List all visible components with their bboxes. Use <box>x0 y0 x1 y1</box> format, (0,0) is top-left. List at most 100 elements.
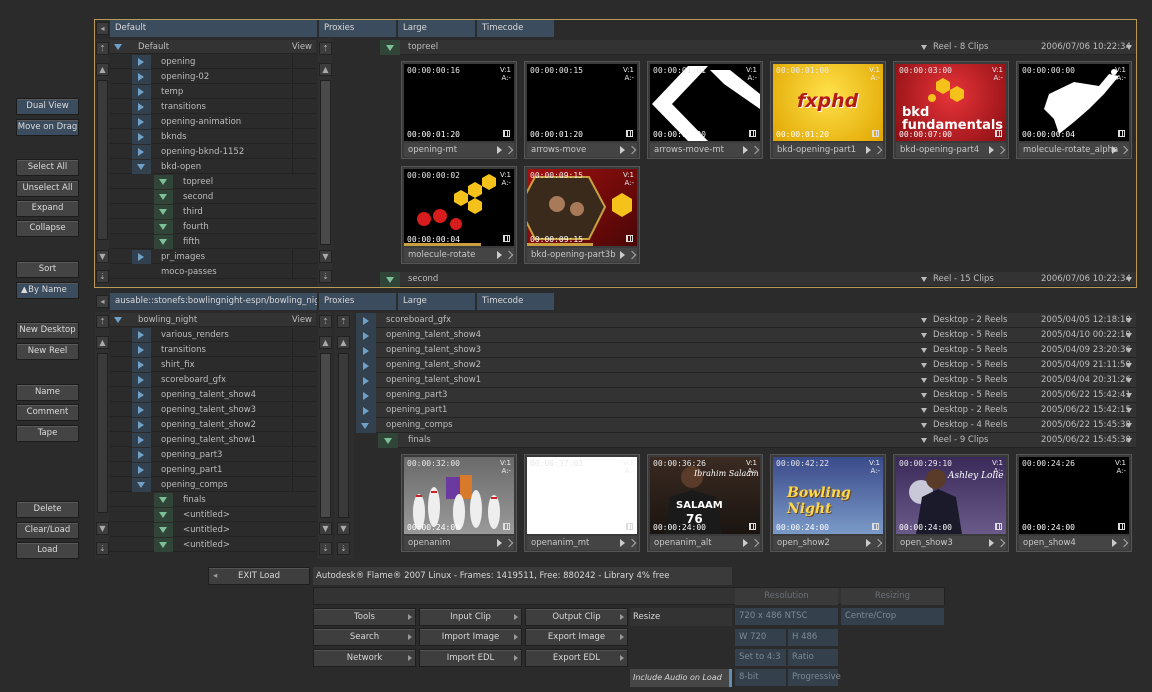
collapsed-icon[interactable] <box>138 451 144 459</box>
tree-item[interactable]: opening_comps <box>110 478 316 492</box>
resolution-select[interactable]: 720 x 486 NTSC <box>735 608 838 625</box>
tree-item[interactable]: <untitled> <box>110 508 316 522</box>
collapsed-icon[interactable] <box>363 392 369 400</box>
scroll-down-icon[interactable]: ▼ <box>319 250 332 263</box>
play-icon[interactable] <box>497 251 502 259</box>
tree-item[interactable]: opening_talent_show1 <box>110 433 316 447</box>
tree-item[interactable]: bknds <box>110 130 316 144</box>
clip-image[interactable]: SALAAM 76 Ibrahim Salaam 00:00:36:26 V:1 A:- 0… <box>650 457 760 534</box>
width-field[interactable]: W 720 <box>735 629 786 646</box>
clip-thumbnail[interactable]: 00:00:09:15 V:1 A:- 00:00:09:15 bkd-opening-… <box>524 166 640 264</box>
collapsed-icon[interactable] <box>138 73 144 81</box>
dropdown-icon[interactable] <box>921 363 927 368</box>
collapsed-icon[interactable] <box>138 133 144 141</box>
play-icon[interactable] <box>743 146 748 154</box>
scroll-top-icon[interactable]: ⇡ <box>319 315 332 328</box>
scroll-down-icon[interactable]: ▼ <box>337 522 350 535</box>
bottom-panel-path[interactable]: ausable::stonefs:bowlingnight-espn/bowli… <box>110 293 317 310</box>
collapsed-icon[interactable] <box>138 361 144 369</box>
tree-item[interactable]: fourth <box>110 220 316 234</box>
desktop-row[interactable]: opening_talent_show2 Desktop - 5 Reels 200… <box>356 358 1136 373</box>
storyboard-icon[interactable] <box>749 130 756 137</box>
bottom-tree-scrollbar[interactable] <box>97 353 108 513</box>
select-all-button[interactable]: Select All <box>16 159 79 176</box>
clip-thumbnail[interactable]: 00:00:24:26 V:1 A:- 00:00:24:00 open_show4 <box>1016 454 1132 552</box>
clip-image[interactable]: 00:00:00:16 V:1 A:- 00:00:01:20 <box>404 64 514 141</box>
by-name-button[interactable]: ▲ By Name <box>16 282 79 299</box>
collapsed-icon[interactable] <box>138 103 144 111</box>
dropdown-icon[interactable] <box>1126 408 1132 413</box>
expanded-icon[interactable] <box>137 164 145 170</box>
tree-item[interactable]: transitions <box>110 100 316 114</box>
clip-image[interactable]: 00:00:00:02 V:1 A:- 00:00:00:04 <box>404 169 514 246</box>
output-clip-button[interactable]: Output Clip <box>525 608 628 626</box>
scroll-up-icon[interactable]: ▲ <box>96 63 109 76</box>
sort-button[interactable]: Sort <box>16 261 79 278</box>
collapsed-icon[interactable] <box>138 88 144 96</box>
network-button[interactable]: Network <box>313 649 416 667</box>
play-icon[interactable] <box>620 251 625 259</box>
dropdown-icon[interactable] <box>1126 45 1132 50</box>
collapsed-icon[interactable] <box>363 332 369 340</box>
tree-item[interactable]: topreel <box>110 175 316 189</box>
collapsed-icon[interactable] <box>138 391 144 399</box>
clip-image[interactable]: 00:00:00:00 V:1 A:- 00:00:00:04 <box>1019 64 1129 141</box>
collapsed-icon[interactable] <box>138 118 144 126</box>
tree-item[interactable]: opening_talent_show3 <box>110 403 316 417</box>
move-on-drag-button[interactable]: Move on Drag <box>16 119 79 136</box>
set-aspect-button[interactable]: Set to 4:3 <box>735 649 786 666</box>
tree-item[interactable]: opening-02 <box>110 70 316 84</box>
dropdown-icon[interactable] <box>921 45 927 50</box>
dropdown-icon[interactable] <box>921 423 927 428</box>
reel-icon[interactable] <box>159 179 167 185</box>
ratio-field[interactable]: Ratio 1.333 <box>788 649 838 679</box>
clip-image[interactable]: 00:00:01:01 V:1 A:- 00:00:01:20 <box>650 64 760 141</box>
tree-item[interactable]: opening_talent_show4 <box>110 388 316 402</box>
dropdown-icon[interactable] <box>1126 378 1132 383</box>
dropdown-icon[interactable] <box>921 408 927 413</box>
scroll-top-icon[interactable]: ⇡ <box>96 42 109 55</box>
expanded-icon[interactable] <box>137 482 145 488</box>
include-audio-toggle[interactable]: Include Audio on Load <box>630 669 732 687</box>
storyboard-icon[interactable] <box>995 523 1002 530</box>
collapsed-icon[interactable] <box>138 421 144 429</box>
bottom-tree-root[interactable]: bowling_night View <box>110 313 316 327</box>
clip-image[interactable]: bkd fundamentals 00:00:03:00 V:1 A:- 00:00:0… <box>896 64 1006 141</box>
collapsed-icon[interactable] <box>138 436 144 444</box>
desktop-row[interactable]: opening_talent_show1 Desktop - 5 Reels 200… <box>356 373 1136 388</box>
unselect-all-button[interactable]: Unselect All <box>16 180 79 197</box>
scroll-bottom-icon[interactable]: ⇣ <box>319 542 332 555</box>
play-icon[interactable] <box>1112 539 1117 547</box>
scroll-down-icon[interactable]: ▼ <box>319 522 332 535</box>
dropdown-icon[interactable] <box>921 393 927 398</box>
clip-thumbnail[interactable]: 00:00:00:00 V:1 A:- 00:00:00:04 molecule-rot… <box>1016 61 1132 159</box>
input-clip-button[interactable]: Input Clip <box>419 608 522 626</box>
clip-thumbnail[interactable]: 00:00:00:16 V:1 A:- 00:00:01:20 opening-mt <box>401 61 517 159</box>
bottom-content-scrollbar[interactable] <box>338 353 349 518</box>
storyboard-icon[interactable] <box>503 130 510 137</box>
collapse-button[interactable]: Collapse <box>16 220 79 237</box>
clip-image[interactable]: 00:00:24:26 V:1 A:- 00:00:24:00 <box>1019 457 1129 534</box>
scroll-down-icon[interactable]: ▼ <box>96 250 109 263</box>
import-image-button[interactable]: Import Image <box>419 628 522 646</box>
dropdown-icon[interactable] <box>1126 333 1132 338</box>
reel-icon[interactable] <box>159 224 167 230</box>
name-button[interactable]: Name <box>16 384 79 401</box>
storyboard-icon[interactable] <box>1118 523 1125 530</box>
scroll-up-icon[interactable]: ▲ <box>337 336 350 349</box>
tree-item[interactable]: various_renders <box>110 328 316 342</box>
scroll-up-icon[interactable]: ▲ <box>96 336 109 349</box>
dropdown-icon[interactable] <box>1126 438 1132 443</box>
clip-thumbnail[interactable]: bkd fundamentals 00:00:03:00 V:1 A:- 00:00:0… <box>893 61 1009 159</box>
clip-image[interactable]: 00:00:00:15 V:1 A:- 00:00:01:20 <box>527 64 637 141</box>
dropdown-icon[interactable] <box>921 318 927 323</box>
tree-item[interactable]: pr_images <box>110 250 316 264</box>
dropdown-icon[interactable] <box>1126 423 1132 428</box>
top-tree-root[interactable]: Default View <box>110 40 316 54</box>
clip-thumbnail[interactable]: Ashley Lolie 00:00:29:10 V:1 A:- 00:00:24:00… <box>893 454 1009 552</box>
export-image-button[interactable]: Export Image <box>525 628 628 646</box>
collapsed-icon[interactable] <box>363 347 369 355</box>
dropdown-icon[interactable] <box>921 333 927 338</box>
collapsed-icon[interactable] <box>138 376 144 384</box>
reel-icon[interactable] <box>159 512 167 518</box>
